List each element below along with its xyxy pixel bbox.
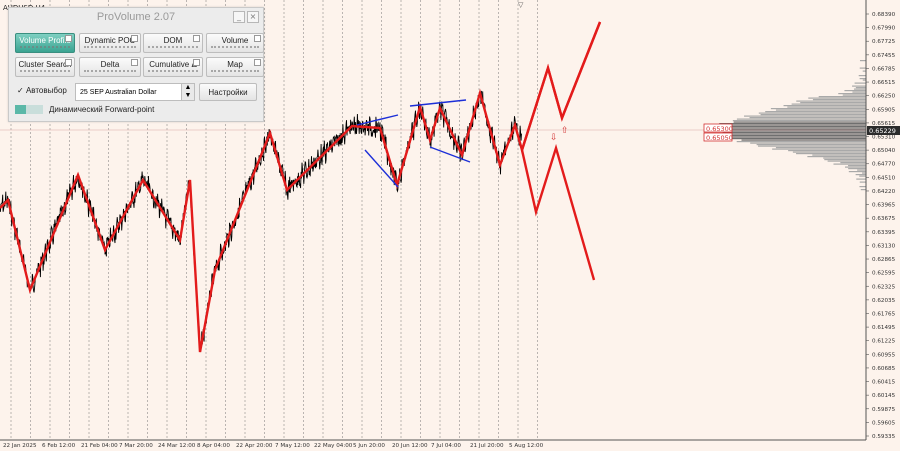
svg-text:0.65229: 0.65229 xyxy=(869,127,896,135)
map-label: Map xyxy=(227,60,243,69)
price-tick-label: 0.65310 xyxy=(872,135,896,141)
price-tick-label: 0.62865 xyxy=(872,257,896,263)
level-lower-box: 0.65050 xyxy=(703,132,733,142)
current-price-badge: 0.65229 xyxy=(867,126,900,135)
price-tick-label: 0.63395 xyxy=(872,230,896,236)
symbol-select[interactable]: 25 SEP Australian Dollar ▲ ▼ xyxy=(75,83,195,101)
price-tick-label: 0.61495 xyxy=(872,325,896,331)
time-tick-label: 21 Feb 04:00 xyxy=(81,443,118,449)
close-icon[interactable]: × xyxy=(247,11,259,23)
volume-profile-label: Volume Profile xyxy=(19,36,71,45)
price-tick-label: 0.59335 xyxy=(872,434,896,440)
price-tick-label: 0.66785 xyxy=(872,66,896,72)
price-tick-label: 0.59875 xyxy=(872,407,896,413)
checkmark-icon: ✓ xyxy=(17,86,24,95)
dynamic-poc-button[interactable]: Dynamic POC xyxy=(79,33,141,53)
svg-text:0.65050: 0.65050 xyxy=(706,134,733,142)
provolume-panel: ProVolume 2.07 _ × Volume Profile Dynami… xyxy=(8,7,264,122)
time-tick-label: 5 Aug 12:00 xyxy=(509,443,544,449)
price-tick-label: 0.62595 xyxy=(872,271,896,277)
up-arrow-icon: ⇧ xyxy=(561,126,569,136)
price-tick-label: 0.66515 xyxy=(872,80,896,86)
volume-label: Volume xyxy=(221,36,249,45)
price-tick-label: 0.61225 xyxy=(872,339,896,345)
price-tick-label: 0.62325 xyxy=(872,284,896,290)
cumulative-delta-label: Cumulative Δ xyxy=(149,60,197,69)
svg-text:0.65300: 0.65300 xyxy=(706,125,733,133)
volume-button[interactable]: Volume xyxy=(206,33,264,53)
time-tick-label: 20 Jun 12:00 xyxy=(392,443,428,449)
price-tick-label: 0.65905 xyxy=(872,107,896,113)
price-tick-label: 0.60685 xyxy=(872,366,896,372)
time-tick-label: 5 Jun 20:00 xyxy=(353,443,385,449)
time-tick-label: 7 Jul 04:00 xyxy=(431,443,461,449)
settings-label: Настройки xyxy=(208,88,248,97)
price-tick-label: 0.60415 xyxy=(872,380,896,386)
price-tick-label: 0.59605 xyxy=(872,420,896,426)
price-tick-label: 0.65040 xyxy=(872,148,896,154)
price-tick-label: 0.64510 xyxy=(872,175,896,181)
forward-point-label: Динамический Forward-point xyxy=(49,105,155,114)
time-tick-label: 22 Jan 2025 xyxy=(3,443,37,449)
price-tick-label: 0.66250 xyxy=(872,94,896,100)
spinner-arrows-icon[interactable]: ▲ ▼ xyxy=(181,84,194,100)
symbol-select-value: 25 SEP Australian Dollar xyxy=(80,89,157,96)
minimize-icon[interactable]: _ xyxy=(233,11,245,23)
dom-label: DOM xyxy=(163,36,183,45)
map-button[interactable]: Map xyxy=(206,57,264,77)
time-tick-label: 8 Apr 04:00 xyxy=(197,443,230,449)
price-tick-label: 0.60145 xyxy=(872,393,896,399)
time-tick-label: 24 Mar 12:00 xyxy=(158,443,196,449)
price-tick-label: 0.63965 xyxy=(872,203,896,209)
delta-label: Delta xyxy=(100,60,120,69)
autoselect-checkbox[interactable]: ✓ Автовыбор xyxy=(17,86,67,95)
time-tick-label: 21 Jul 20:00 xyxy=(470,443,504,449)
panel-title: ProVolume 2.07 xyxy=(96,11,176,23)
delta-button[interactable]: Delta xyxy=(79,57,141,77)
forward-point-toggle[interactable]: Динамический Forward-point xyxy=(15,105,155,115)
time-tick-label: 7 Mar 20:00 xyxy=(119,443,153,449)
time-tick-label: 7 May 12:00 xyxy=(275,443,310,449)
price-tick-label: 0.62035 xyxy=(872,298,896,304)
dynamic-poc-label: Dynamic POC xyxy=(84,36,136,45)
cluster-search-button[interactable]: Cluster Search xyxy=(15,57,75,77)
autoselect-label: Автовыбор xyxy=(25,86,67,95)
volume-profile-button[interactable]: Volume Profile xyxy=(15,33,75,53)
down-arrow-icon: ⇩ xyxy=(550,133,558,143)
price-tick-label: 0.60955 xyxy=(872,352,896,358)
time-tick-label: 22 May 04:00 xyxy=(314,443,353,449)
price-tick-label: 0.67455 xyxy=(872,53,896,59)
time-tick-label: 22 Apr 20:00 xyxy=(236,443,273,449)
price-tick-label: 0.67990 xyxy=(872,26,896,32)
price-tick-label: 0.68390 xyxy=(872,12,896,18)
price-tick-label: 0.64770 xyxy=(872,162,896,168)
price-tick-label: 0.63130 xyxy=(872,243,896,249)
price-tick-label: 0.67725 xyxy=(872,39,896,45)
settings-button[interactable]: Настройки xyxy=(199,83,257,101)
toggle-switch-icon xyxy=(15,105,43,115)
price-tick-label: 0.61765 xyxy=(872,311,896,317)
price-tick-label: 0.63675 xyxy=(872,216,896,222)
cumulative-delta-button[interactable]: Cumulative Δ xyxy=(143,57,203,77)
price-tick-label: 0.64220 xyxy=(872,189,896,195)
time-tick-label: 6 Feb 12:00 xyxy=(42,443,76,449)
level-upper-box: 0.65300 xyxy=(703,123,733,133)
dom-button[interactable]: DOM xyxy=(143,33,203,53)
scroll-marker-icon[interactable]: ▽ xyxy=(518,1,524,9)
cluster-search-label: Cluster Search xyxy=(18,60,72,69)
